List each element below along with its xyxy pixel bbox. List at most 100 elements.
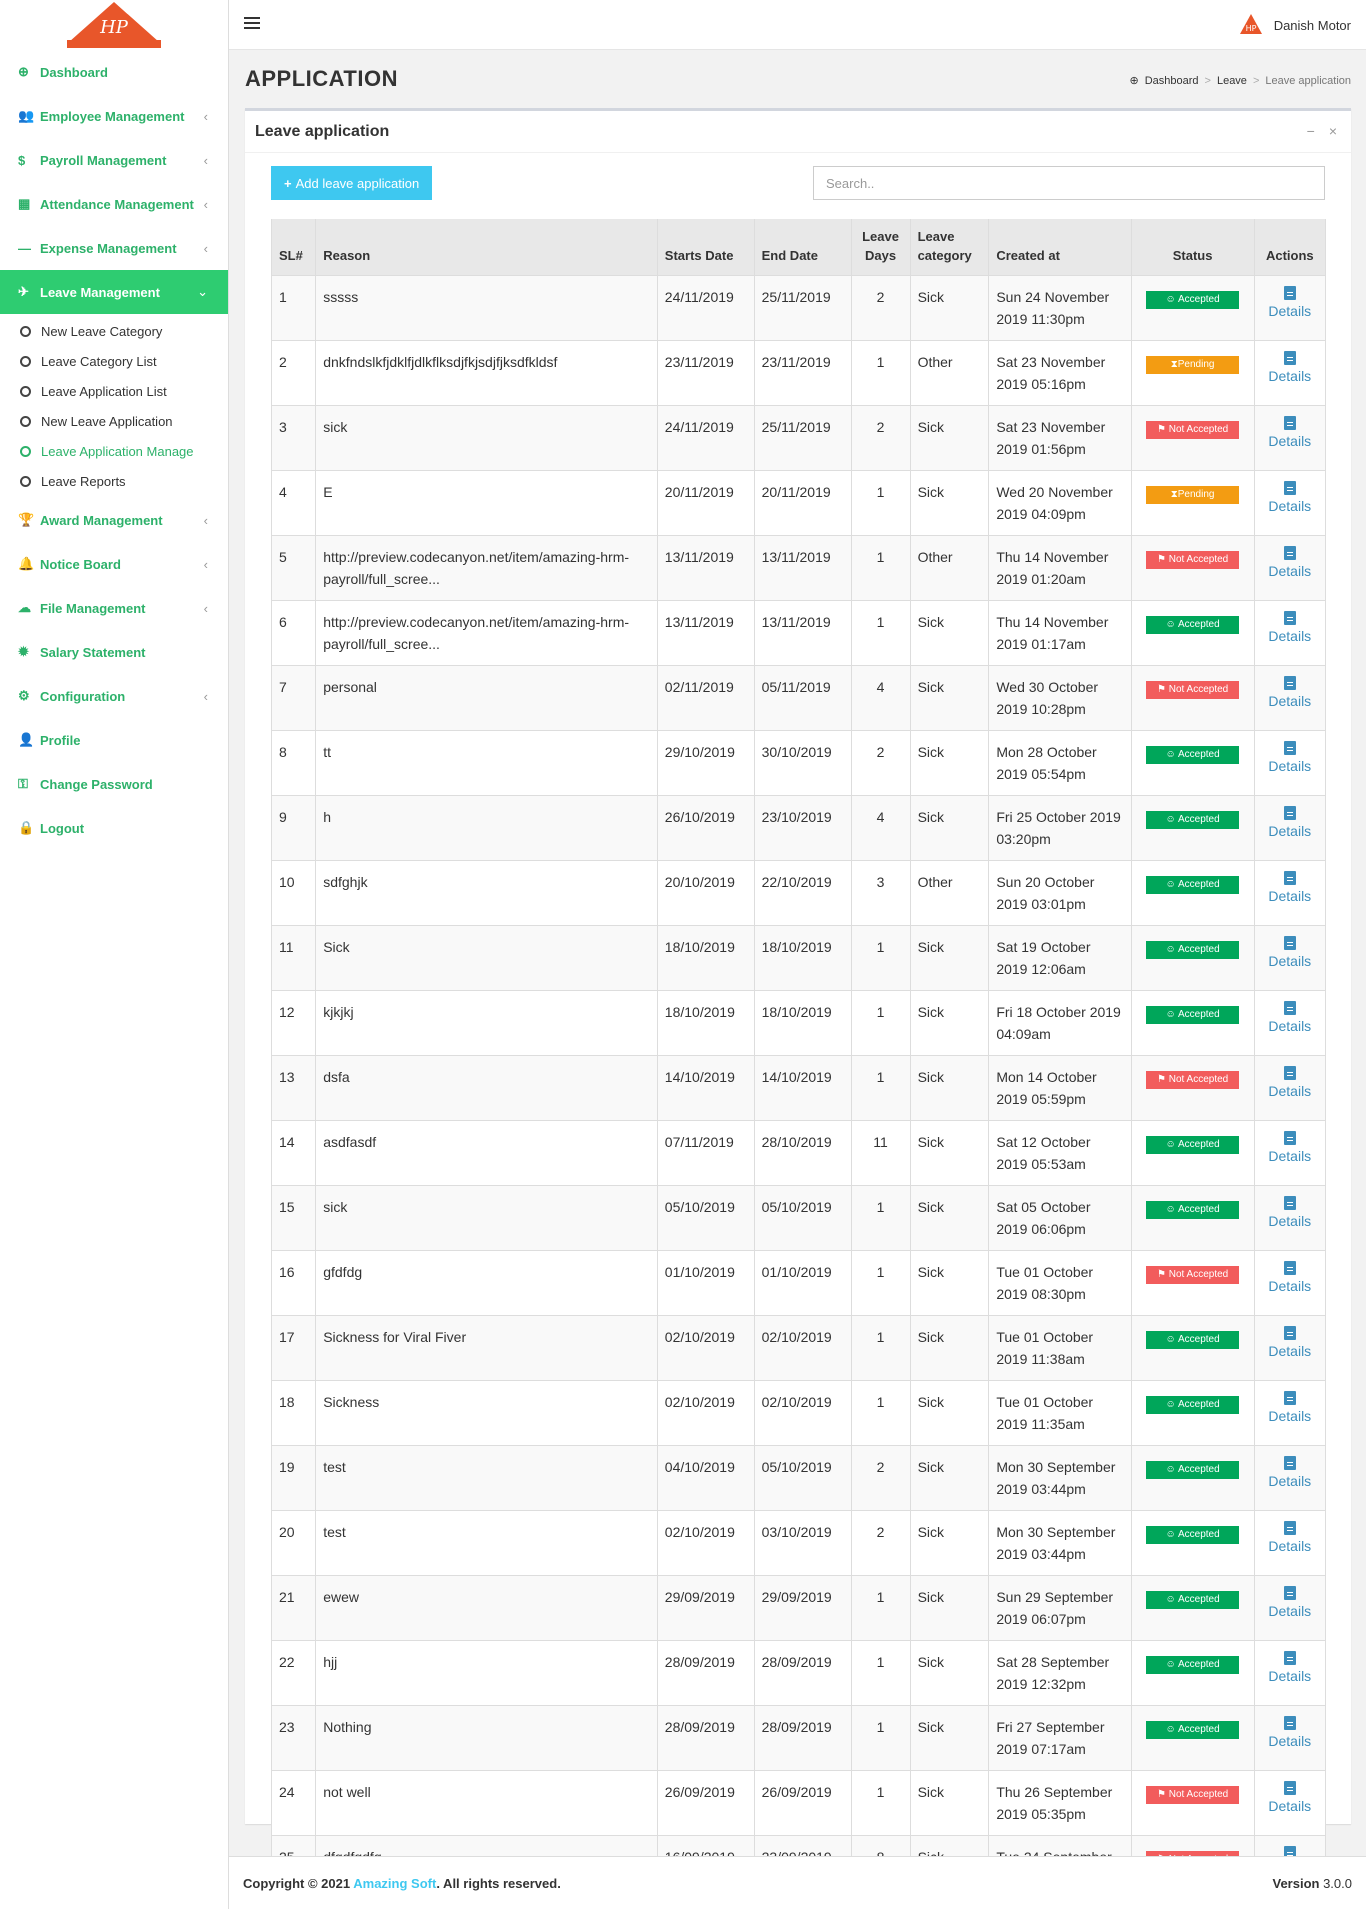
- sidebar-item-change-password[interactable]: ⚿ Change Password: [0, 762, 228, 806]
- details-link[interactable]: Details: [1268, 303, 1311, 319]
- file-text-icon[interactable]: [1283, 611, 1296, 625]
- column-header-start-date[interactable]: Starts Date: [657, 219, 755, 276]
- collapse-icon[interactable]: −: [1307, 123, 1315, 139]
- file-text-icon[interactable]: [1283, 741, 1296, 755]
- sidebar-item-file-management[interactable]: ☁ File Management ‹: [0, 586, 228, 630]
- file-text-icon[interactable]: [1283, 481, 1296, 495]
- details-link[interactable]: Details: [1268, 1668, 1311, 1684]
- column-header-leave-category[interactable]: Leave category: [910, 219, 990, 276]
- details-link[interactable]: Details: [1268, 1408, 1311, 1424]
- sidebar-item-award-management[interactable]: 🏆 Award Management ‹: [0, 498, 228, 542]
- sidebar-item-leave-management[interactable]: ✈ Leave Management ⌄: [0, 270, 228, 314]
- details-link[interactable]: Details: [1268, 498, 1311, 514]
- submenu-item-new-leave-category[interactable]: New Leave Category: [0, 316, 228, 346]
- file-text-icon[interactable]: [1283, 1196, 1296, 1210]
- submenu-item-leave-reports[interactable]: Leave Reports: [0, 466, 228, 496]
- close-icon[interactable]: ×: [1329, 123, 1337, 139]
- sidebar-toggle-icon[interactable]: [244, 14, 260, 30]
- details-link[interactable]: Details: [1268, 823, 1311, 839]
- cell-leave-category: Sick: [910, 730, 990, 796]
- file-text-icon[interactable]: [1283, 1456, 1296, 1470]
- file-text-icon[interactable]: [1283, 546, 1296, 560]
- cell-status: ⚑ Not Accepted: [1131, 665, 1255, 731]
- status-text: Accepted: [1177, 1399, 1220, 1410]
- sidebar-item-label: Leave Management: [40, 284, 160, 300]
- details-link[interactable]: Details: [1268, 1798, 1311, 1814]
- file-text-icon[interactable]: [1283, 1716, 1296, 1730]
- details-link[interactable]: Details: [1268, 758, 1311, 774]
- file-text-icon[interactable]: [1283, 806, 1296, 820]
- add-leave-application-button[interactable]: + Add leave application: [271, 166, 433, 200]
- details-link[interactable]: Details: [1268, 1083, 1311, 1099]
- cell-actions: Details: [1254, 795, 1327, 861]
- details-link[interactable]: Details: [1268, 1603, 1311, 1619]
- brand-link[interactable]: Amazing Soft: [353, 1876, 436, 1891]
- details-link[interactable]: Details: [1268, 1148, 1311, 1164]
- sidebar-item-expense-management[interactable]: — Expense Management ‹: [0, 226, 228, 270]
- cell-sl: 10: [270, 860, 317, 926]
- sidebar-item-payroll-management[interactable]: $ Payroll Management ‹: [0, 138, 228, 182]
- sidebar-item-configuration[interactable]: ⚙ Configuration ‹: [0, 674, 228, 718]
- submenu-item-leave-category-list[interactable]: Leave Category List: [0, 346, 228, 376]
- details-link[interactable]: Details: [1268, 1278, 1311, 1294]
- file-text-icon[interactable]: [1283, 871, 1296, 885]
- details-link[interactable]: Details: [1268, 368, 1311, 384]
- column-header-leave-days[interactable]: Leave Days: [851, 219, 911, 276]
- cell-leave-days: 1: [851, 600, 911, 666]
- file-text-icon[interactable]: [1283, 676, 1296, 690]
- sidebar-item-salary-statement[interactable]: ✹ Salary Statement: [0, 630, 228, 674]
- file-text-icon[interactable]: [1283, 351, 1296, 365]
- search-input[interactable]: [813, 166, 1325, 200]
- details-link[interactable]: Details: [1268, 1213, 1311, 1229]
- details-link[interactable]: Details: [1268, 1473, 1311, 1489]
- column-header-sl[interactable]: SL#: [270, 219, 317, 276]
- sidebar-item-attendance-management[interactable]: ▦ Attendance Management ‹: [0, 182, 228, 226]
- sidebar-item-logout[interactable]: 🔒 Logout: [0, 806, 228, 850]
- details-link[interactable]: Details: [1268, 1538, 1311, 1554]
- details-link[interactable]: Details: [1268, 1018, 1311, 1034]
- file-text-icon[interactable]: [1283, 1131, 1296, 1145]
- breadcrumb-dashboard[interactable]: Dashboard: [1145, 75, 1199, 87]
- breadcrumb-leave[interactable]: Leave: [1217, 75, 1247, 87]
- file-text-icon[interactable]: [1283, 1066, 1296, 1080]
- sidebar-item-profile[interactable]: 👤 Profile: [0, 718, 228, 762]
- column-header-created-at[interactable]: Created at: [988, 219, 1132, 276]
- file-text-icon[interactable]: [1283, 936, 1296, 950]
- details-link[interactable]: Details: [1268, 628, 1311, 644]
- details-link[interactable]: Details: [1268, 693, 1311, 709]
- file-text-icon[interactable]: [1283, 1521, 1296, 1535]
- app-logo[interactable]: HP: [0, 0, 228, 50]
- details-link[interactable]: Details: [1268, 563, 1311, 579]
- file-text-icon[interactable]: [1283, 1781, 1296, 1795]
- sidebar-item-dashboard[interactable]: ⊕ Dashboard: [0, 50, 228, 94]
- file-text-icon[interactable]: [1283, 286, 1296, 300]
- table-header-row: SL# Reason Starts Date End Date Leave Da…: [270, 219, 1327, 276]
- user-menu[interactable]: HP Danish Motor: [1238, 12, 1351, 38]
- details-link[interactable]: Details: [1268, 888, 1311, 904]
- submenu-item-leave-application-list[interactable]: Leave Application List: [0, 376, 228, 406]
- details-link[interactable]: Details: [1268, 433, 1311, 449]
- smile-icon: ☺: [1165, 1334, 1178, 1345]
- column-header-end-date[interactable]: End Date: [754, 219, 852, 276]
- cell-created-at: Mon 28 October 2019 05:54pm: [988, 730, 1132, 796]
- cell-sl: 7: [270, 665, 317, 731]
- file-text-icon[interactable]: [1283, 1391, 1296, 1405]
- file-text-icon[interactable]: [1283, 1651, 1296, 1665]
- file-text-icon[interactable]: [1283, 1261, 1296, 1275]
- file-text-icon[interactable]: [1283, 416, 1296, 430]
- sidebar-item-employee-management[interactable]: 👥 Employee Management ‹: [0, 94, 228, 138]
- submenu-item-leave-application-manage[interactable]: Leave Application Manage: [0, 436, 228, 466]
- submenu-item-new-leave-application[interactable]: New Leave Application: [0, 406, 228, 436]
- cell-start-date: 13/11/2019: [657, 600, 755, 666]
- cell-end-date: 22/10/2019: [754, 860, 852, 926]
- details-link[interactable]: Details: [1268, 1343, 1311, 1359]
- file-text-icon[interactable]: [1283, 1326, 1296, 1340]
- details-link[interactable]: Details: [1268, 1733, 1311, 1749]
- file-text-icon[interactable]: [1283, 1586, 1296, 1600]
- column-header-reason[interactable]: Reason: [315, 219, 658, 276]
- cell-created-at: Fri 27 September 2019 07:17am: [988, 1705, 1132, 1771]
- details-link[interactable]: Details: [1268, 953, 1311, 969]
- file-text-icon[interactable]: [1283, 1001, 1296, 1015]
- sidebar-item-notice-board[interactable]: 🔔 Notice Board ‹: [0, 542, 228, 586]
- column-header-status[interactable]: Status: [1131, 219, 1255, 276]
